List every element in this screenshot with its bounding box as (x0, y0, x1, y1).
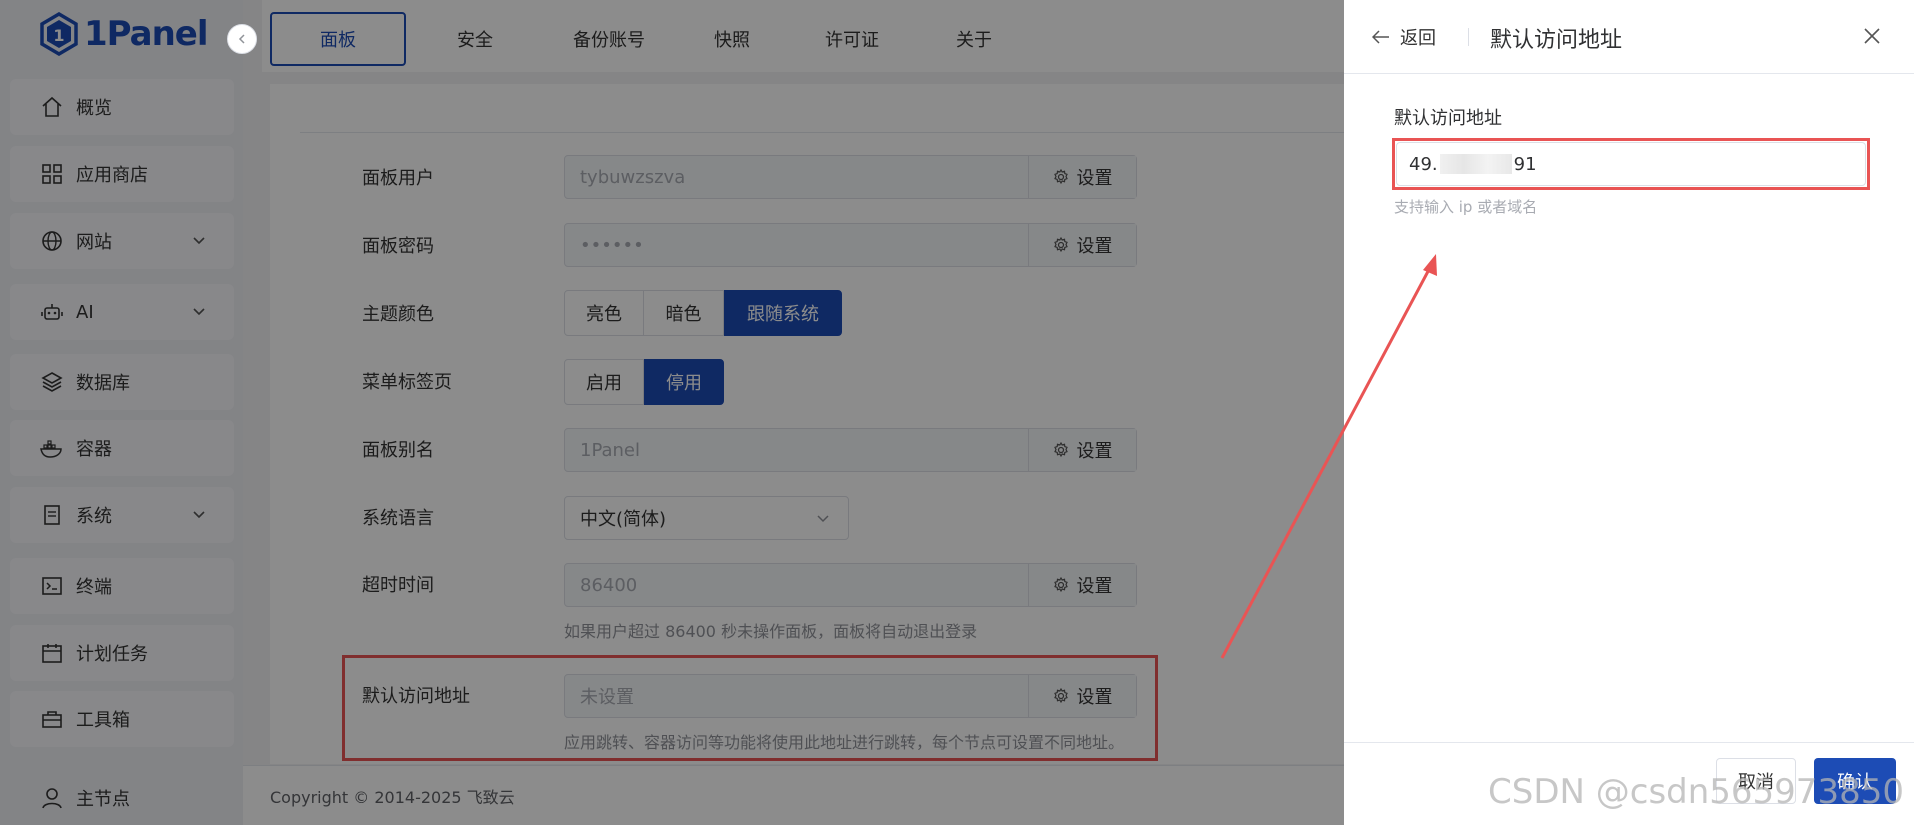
address-input[interactable]: 49. 91 (1396, 142, 1866, 186)
arrow-left-icon (1372, 30, 1389, 44)
default-address-drawer: 返回 默认访问地址 默认访问地址 49. 91 支持输入 ip 或者域名 取消 … (1344, 0, 1914, 825)
divider (1468, 28, 1469, 46)
redacted-blur (1439, 154, 1512, 174)
back-label: 返回 (1400, 28, 1436, 49)
close-icon[interactable] (1862, 26, 1882, 46)
drawer-header: 返回 默认访问地址 (1344, 0, 1914, 74)
chevron-left-icon (238, 34, 245, 44)
address-hint: 支持输入 ip 或者域名 (1394, 198, 1538, 216)
drawer-footer-divider (1344, 742, 1914, 743)
address-field-label: 默认访问地址 (1394, 108, 1502, 129)
collapse-sidebar-button[interactable] (227, 24, 257, 54)
watermark: CSDN @csdn565973850 (1488, 772, 1904, 812)
back-button[interactable]: 返回 (1372, 24, 1436, 50)
address-value-prefix: 49. (1409, 153, 1438, 175)
drawer-overlay[interactable] (0, 0, 1344, 825)
drawer-title: 默认访问地址 (1490, 28, 1623, 53)
address-value-suffix: 91 (1513, 153, 1537, 175)
